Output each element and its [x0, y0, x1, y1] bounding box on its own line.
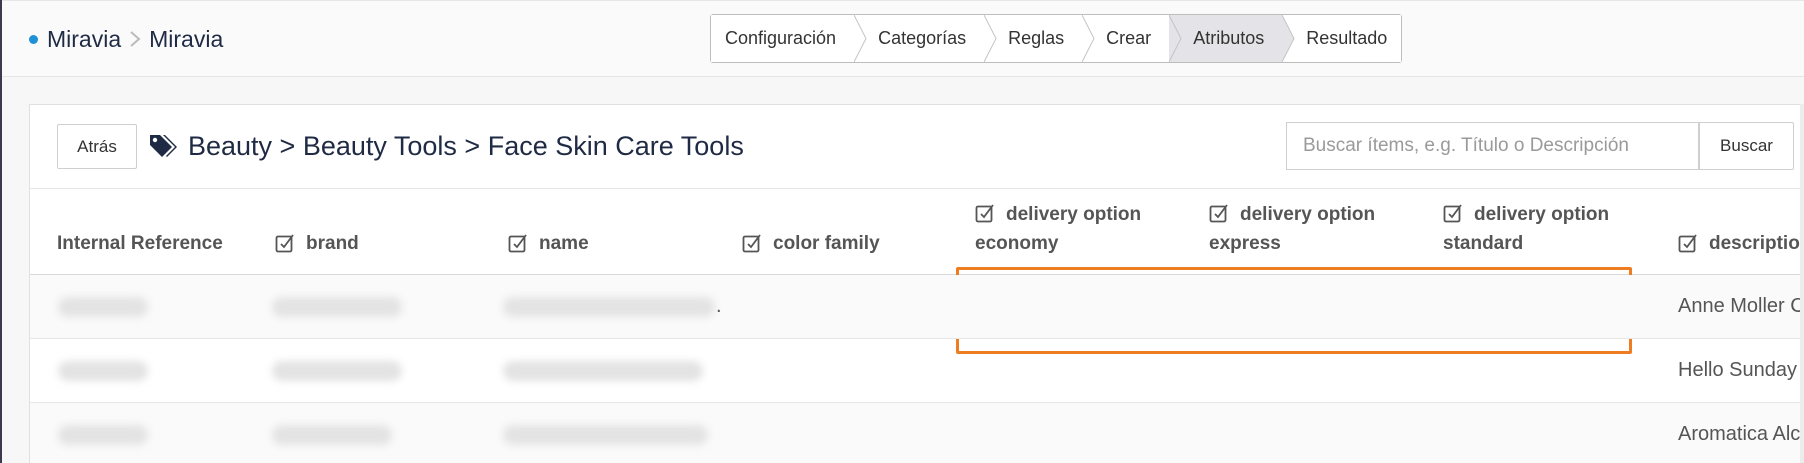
- edit-checkbox-icon: [1443, 204, 1462, 223]
- redacted-cell: [58, 361, 148, 381]
- step-separator-icon: [1282, 15, 1295, 62]
- attributes-panel: Atrás Beauty > Beauty Tools > Face Skin …: [29, 104, 1804, 463]
- redacted-cell: [503, 297, 715, 317]
- wizard-steps: Configuración Categorías Reglas Crear At…: [710, 14, 1403, 63]
- chevron-right-icon: [129, 30, 141, 48]
- description-cell: Anne Moller C: [1678, 295, 1804, 317]
- name-suffix: .: [716, 295, 722, 317]
- column-delivery-option-economy[interactable]: delivery option economy: [975, 200, 1141, 258]
- step-separator-icon: [1169, 15, 1182, 62]
- description-cell: Aromatica Alc: [1678, 423, 1801, 445]
- redacted-cell: [272, 297, 402, 317]
- column-delivery-option-standard[interactable]: delivery option standard: [1443, 200, 1609, 258]
- column-label: brand: [306, 233, 359, 254]
- column-label: descriptio: [1709, 233, 1800, 254]
- step-categorias[interactable]: Categorías: [854, 15, 997, 62]
- column-label-line1: delivery option: [1474, 204, 1610, 225]
- edit-checkbox-icon: [275, 234, 294, 253]
- column-label-line1: delivery option: [1006, 204, 1142, 225]
- redacted-cell: [58, 297, 148, 317]
- breadcrumb: Miravia Miravia: [29, 25, 223, 53]
- category-path-text: Beauty > Beauty Tools > Face Skin Care T…: [188, 130, 744, 161]
- redacted-cell: [503, 425, 708, 445]
- column-label-line2: standard: [1443, 233, 1524, 254]
- column-color-family[interactable]: color family: [742, 229, 880, 258]
- edit-checkbox-icon: [975, 204, 994, 223]
- redacted-cell: [58, 425, 148, 445]
- column-name[interactable]: name: [508, 229, 589, 258]
- table-row[interactable]: Aromatica Alc: [30, 403, 1804, 463]
- tags-icon: [148, 132, 178, 160]
- step-label: Atributos: [1193, 28, 1265, 48]
- step-crear[interactable]: Crear: [1082, 15, 1182, 62]
- table-header: Internal Reference brand name color fami…: [30, 189, 1804, 354]
- step-separator-icon: [1082, 15, 1095, 62]
- table-row[interactable]: . Anne Moller C: [30, 275, 1804, 339]
- column-label-line2: express: [1209, 233, 1281, 254]
- table-row[interactable]: Hello Sunday: [30, 339, 1804, 403]
- top-bar: Miravia Miravia Configuración Categorías…: [2, 0, 1804, 77]
- step-separator-icon: [984, 15, 997, 62]
- column-description[interactable]: descriptio: [1678, 229, 1800, 258]
- step-atributos[interactable]: Atributos: [1169, 15, 1295, 62]
- column-label-line1: delivery option: [1240, 204, 1376, 225]
- column-delivery-option-express[interactable]: delivery option express: [1209, 200, 1375, 258]
- step-label: Configuración: [725, 28, 837, 48]
- redacted-cell: [272, 361, 402, 381]
- step-configuracion[interactable]: Configuración: [711, 15, 867, 62]
- back-button[interactable]: Atrás: [57, 124, 137, 169]
- column-brand[interactable]: brand: [275, 229, 359, 258]
- status-dot-icon: [29, 34, 38, 44]
- step-label: Crear: [1106, 28, 1152, 48]
- redacted-cell: [272, 425, 392, 445]
- breadcrumb-current[interactable]: Miravia: [149, 26, 223, 53]
- step-resultado[interactable]: Resultado: [1282, 15, 1402, 62]
- edit-checkbox-icon: [742, 234, 761, 253]
- step-label: Reglas: [1008, 28, 1065, 48]
- breadcrumb-root[interactable]: Miravia: [47, 26, 121, 53]
- horizontal-scroll-edge[interactable]: [1800, 104, 1804, 463]
- edit-checkbox-icon: [1209, 204, 1228, 223]
- panel-header: Atrás Beauty > Beauty Tools > Face Skin …: [30, 105, 1804, 189]
- step-label: Resultado: [1306, 28, 1388, 48]
- redacted-cell: [503, 361, 703, 381]
- edit-checkbox-icon: [508, 234, 527, 253]
- description-cell: Hello Sunday: [1678, 359, 1797, 381]
- step-reglas[interactable]: Reglas: [984, 15, 1095, 62]
- step-separator-icon: [854, 15, 867, 62]
- column-internal-reference[interactable]: Internal Reference: [57, 229, 223, 258]
- column-label-line2: economy: [975, 233, 1059, 254]
- category-path: Beauty > Beauty Tools > Face Skin Care T…: [148, 129, 744, 163]
- edit-checkbox-icon: [1678, 234, 1697, 253]
- column-label: Internal Reference: [57, 233, 223, 254]
- column-label: name: [539, 233, 589, 254]
- search-input[interactable]: [1286, 122, 1699, 170]
- column-label: color family: [773, 233, 880, 254]
- search-button[interactable]: Buscar: [1699, 122, 1794, 170]
- step-label: Categorías: [878, 28, 967, 48]
